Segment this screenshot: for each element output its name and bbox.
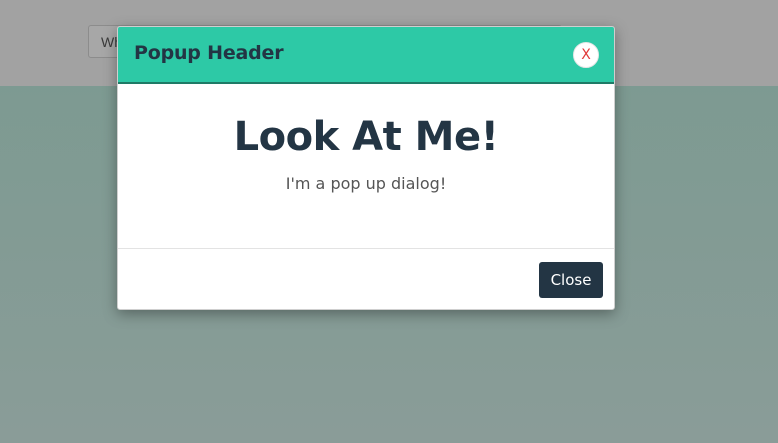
popup-header: Popup Header X — [118, 27, 614, 84]
popup-title: Popup Header — [134, 42, 284, 64]
close-icon[interactable]: X — [573, 42, 599, 68]
popup-body: Look At Me! I'm a pop up dialog! — [118, 84, 614, 248]
popup-dialog: Popup Header X Look At Me! I'm a pop up … — [117, 26, 615, 310]
popup-heading: Look At Me! — [233, 114, 499, 160]
page: Popup Header X Look At Me! I'm a pop up … — [0, 0, 778, 443]
footer-divider — [118, 248, 614, 249]
close-button[interactable]: Close — [539, 262, 603, 298]
popup-message: I'm a pop up dialog! — [285, 174, 447, 193]
